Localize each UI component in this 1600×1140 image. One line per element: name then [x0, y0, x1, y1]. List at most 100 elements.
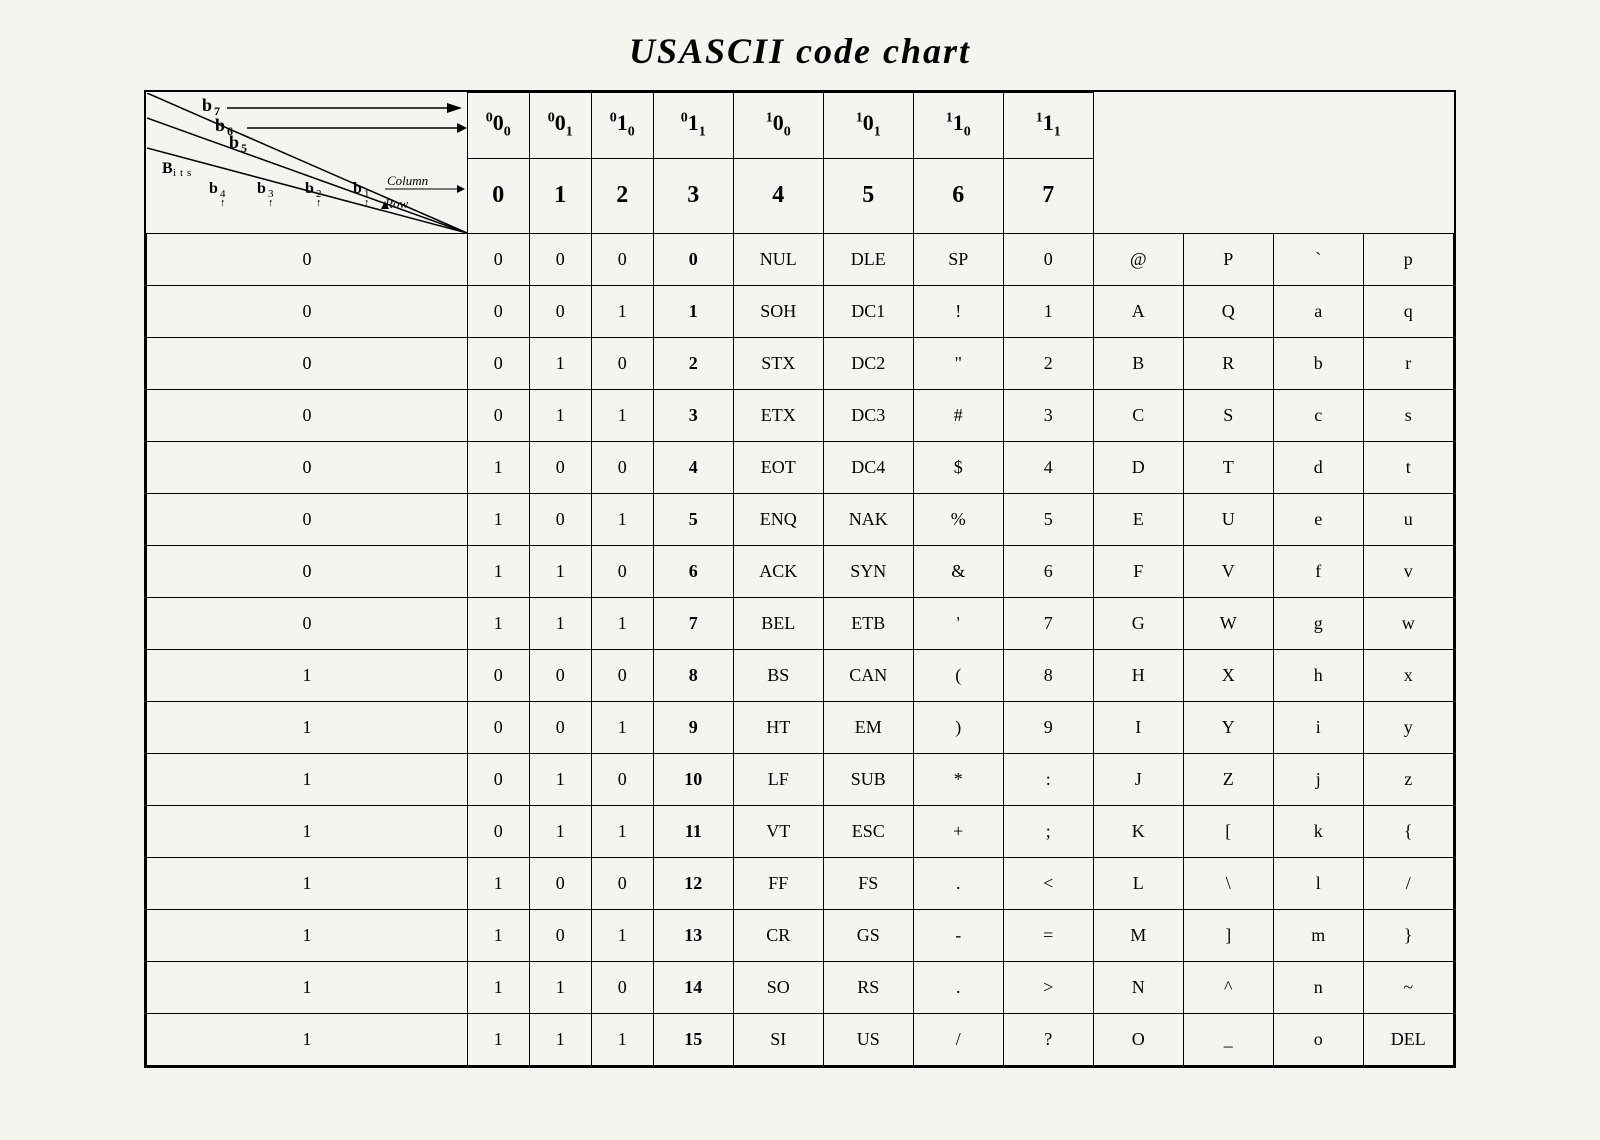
b2-cell: 0 — [529, 493, 591, 545]
data-cell: ( — [913, 649, 1003, 701]
data-cell: D — [1093, 441, 1183, 493]
b1-cell: 0 — [591, 961, 653, 1013]
b1-cell: 1 — [591, 285, 653, 337]
data-cell: F — [1093, 545, 1183, 597]
data-cell: SO — [733, 961, 823, 1013]
data-cell: T — [1183, 441, 1273, 493]
b2-cell: 0 — [529, 701, 591, 753]
b1-cell: 1 — [591, 909, 653, 961]
b1-cell: 0 — [591, 857, 653, 909]
data-cell: SUB — [823, 753, 913, 805]
page-title: USASCII code chart — [629, 30, 971, 72]
table-row: 00102STXDC2"2BRbr — [147, 337, 1454, 389]
b4-cell: 0 — [147, 545, 468, 597]
col-header-b7-4: 100 — [733, 93, 823, 159]
b4-cell: 0 — [147, 389, 468, 441]
data-cell: i — [1273, 701, 1363, 753]
b2-cell: 0 — [529, 909, 591, 961]
data-cell: SOH — [733, 285, 823, 337]
b2-cell: 1 — [529, 337, 591, 389]
data-cell: K — [1093, 805, 1183, 857]
b2-cell: 1 — [529, 545, 591, 597]
col-header-b7-7: 111 — [1003, 93, 1093, 159]
b1-cell: 1 — [591, 597, 653, 649]
data-cell: NAK — [823, 493, 913, 545]
data-cell: ETX — [733, 389, 823, 441]
data-cell: q — [1363, 285, 1453, 337]
data-cell: u — [1363, 493, 1453, 545]
data-cell: BS — [733, 649, 823, 701]
data-cell: / — [1363, 857, 1453, 909]
table-row: 00011SOHDC1!1AQaq — [147, 285, 1454, 337]
col-num-7: 7 — [1003, 158, 1093, 233]
data-cell: c — [1273, 389, 1363, 441]
b4-cell: 0 — [147, 233, 468, 285]
data-cell: d — [1273, 441, 1363, 493]
data-cell: k — [1273, 805, 1363, 857]
b2-cell: 1 — [529, 389, 591, 441]
data-cell: ? — [1003, 1013, 1093, 1065]
table-row: 00113ETXDC3#3CScs — [147, 389, 1454, 441]
data-cell: h — [1273, 649, 1363, 701]
data-cell: GS — [823, 909, 913, 961]
data-cell: p — [1363, 233, 1453, 285]
svg-text:t: t — [180, 167, 183, 179]
data-cell: n — [1273, 961, 1363, 1013]
b1-cell: 1 — [591, 389, 653, 441]
data-cell: 0 — [1003, 233, 1093, 285]
data-cell: P — [1183, 233, 1273, 285]
corner-cell: b 7 b 6 b 5 B i t s — [147, 93, 468, 234]
row-number: 4 — [653, 441, 733, 493]
col-num-1: 1 — [529, 158, 591, 233]
b2-cell: 1 — [529, 597, 591, 649]
col-header-b7-5: 101 — [823, 93, 913, 159]
b2-cell: 1 — [529, 753, 591, 805]
data-cell: m — [1273, 909, 1363, 961]
data-cell: ] — [1183, 909, 1273, 961]
data-cell: ACK — [733, 545, 823, 597]
data-cell: DEL — [1363, 1013, 1453, 1065]
data-cell: L — [1093, 857, 1183, 909]
svg-text:↑: ↑ — [364, 197, 370, 209]
row-number: 5 — [653, 493, 733, 545]
data-cell: 5 — [1003, 493, 1093, 545]
data-cell: J — [1093, 753, 1183, 805]
data-cell: 6 — [1003, 545, 1093, 597]
col-num-2: 2 — [591, 158, 653, 233]
b4-cell: 0 — [147, 441, 468, 493]
data-cell: ` — [1273, 233, 1363, 285]
data-cell: X — [1183, 649, 1273, 701]
row-number: 1 — [653, 285, 733, 337]
row-number: 15 — [653, 1013, 733, 1065]
data-cell: t — [1363, 441, 1453, 493]
data-cell: DC2 — [823, 337, 913, 389]
data-cell: - — [913, 909, 1003, 961]
data-cell: ETB — [823, 597, 913, 649]
data-cell: 9 — [1003, 701, 1093, 753]
data-cell: DC4 — [823, 441, 913, 493]
data-cell: [ — [1183, 805, 1273, 857]
b4-cell: 0 — [147, 493, 468, 545]
b1-cell: 1 — [591, 493, 653, 545]
data-cell: / — [913, 1013, 1003, 1065]
data-cell: SYN — [823, 545, 913, 597]
data-cell: w — [1363, 597, 1453, 649]
b1-cell: 0 — [591, 233, 653, 285]
table-row: 110012FFFS.<L\l/ — [147, 857, 1454, 909]
data-cell: US — [823, 1013, 913, 1065]
data-cell: M — [1093, 909, 1183, 961]
data-cell: I — [1093, 701, 1183, 753]
b4-cell: 1 — [147, 1013, 468, 1065]
data-cell: Y — [1183, 701, 1273, 753]
data-cell: S — [1183, 389, 1273, 441]
b2-cell: 0 — [529, 441, 591, 493]
table-row: 01117BELETB'7GWgw — [147, 597, 1454, 649]
data-cell: SI — [733, 1013, 823, 1065]
b3-cell: 1 — [467, 857, 529, 909]
b3-cell: 0 — [467, 753, 529, 805]
table-row: 01004EOTDC4$4DTdt — [147, 441, 1454, 493]
data-cell: # — [913, 389, 1003, 441]
data-cell: " — [913, 337, 1003, 389]
data-cell: a — [1273, 285, 1363, 337]
data-cell: DC1 — [823, 285, 913, 337]
